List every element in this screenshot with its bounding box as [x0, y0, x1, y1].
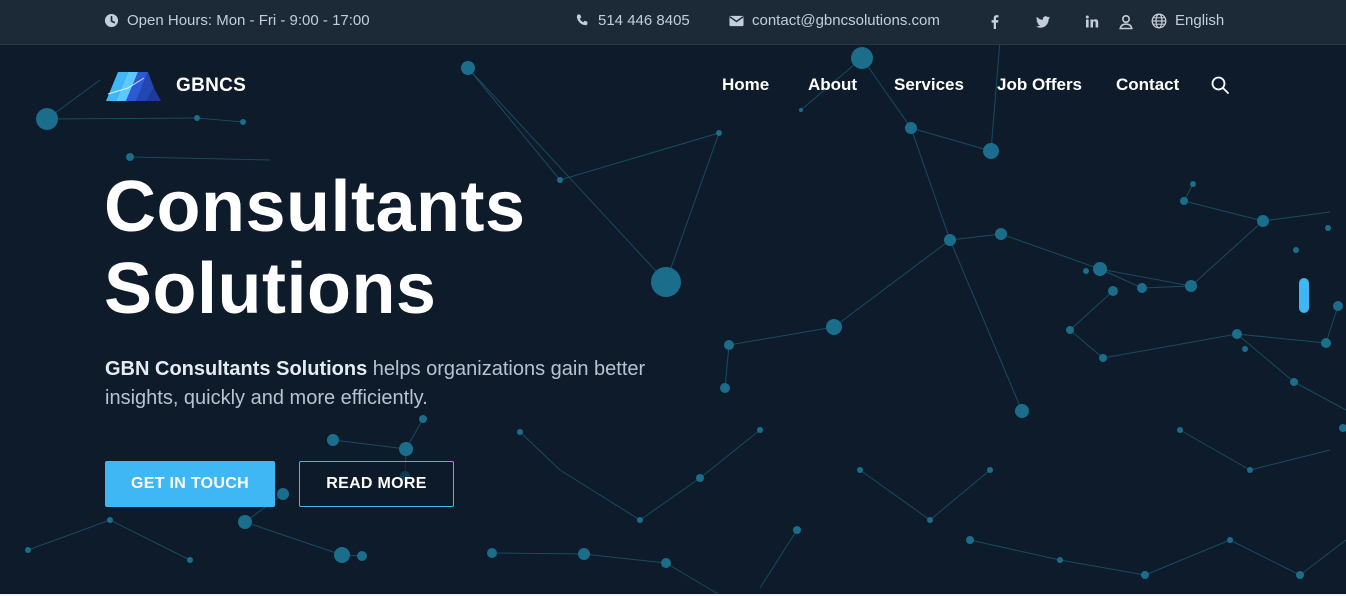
phone-number: 514 446 8405 — [598, 12, 690, 29]
search-icon[interactable] — [1210, 75, 1230, 95]
clock-icon — [104, 13, 119, 28]
globe-icon — [1151, 13, 1167, 28]
hero-title-line-1: Consultants — [104, 167, 526, 247]
language-label: English — [1175, 12, 1225, 29]
nav-item-services[interactable]: Services — [894, 75, 964, 95]
language-selector[interactable]: English — [1151, 12, 1224, 29]
nav-item-job-offers[interactable]: Job Offers — [997, 75, 1082, 95]
hero-lead: GBN Consultants Solutions helps organiza… — [105, 355, 665, 413]
hero-lead-company: GBN Consultants Solutions — [105, 358, 368, 380]
mail-icon — [729, 15, 744, 26]
hero-title-line-2: Solutions — [104, 249, 437, 329]
read-more-button[interactable]: READ MORE — [299, 461, 454, 507]
nav-item-contact[interactable]: Contact — [1116, 75, 1179, 95]
phone-link[interactable]: 514 446 8405 — [575, 12, 690, 29]
scroll-indicator[interactable] — [1299, 278, 1309, 313]
hero-title: Consultants Solutions — [104, 166, 526, 330]
email-address: contact@gbncsolutions.com — [752, 12, 940, 29]
open-hours-text: Open Hours: Mon - Fri - 9:00 - 17:00 — [127, 12, 370, 29]
main-nav: Home About Services Job Offers Contact — [0, 75, 1346, 97]
user-icon[interactable] — [1117, 13, 1135, 31]
top-bar: Open Hours: Mon - Fri - 9:00 - 17:00 514… — [0, 0, 1346, 45]
linkedin-icon[interactable] — [1083, 13, 1101, 31]
twitter-icon[interactable] — [1034, 13, 1052, 31]
email-link[interactable]: contact@gbncsolutions.com — [729, 12, 940, 29]
get-in-touch-button[interactable]: GET IN TOUCH — [105, 461, 275, 507]
facebook-icon[interactable] — [986, 13, 1004, 31]
nav-item-about[interactable]: About — [808, 75, 857, 95]
open-hours: Open Hours: Mon - Fri - 9:00 - 17:00 — [104, 12, 370, 29]
nav-item-home[interactable]: Home — [722, 75, 769, 95]
phone-icon — [576, 14, 588, 26]
